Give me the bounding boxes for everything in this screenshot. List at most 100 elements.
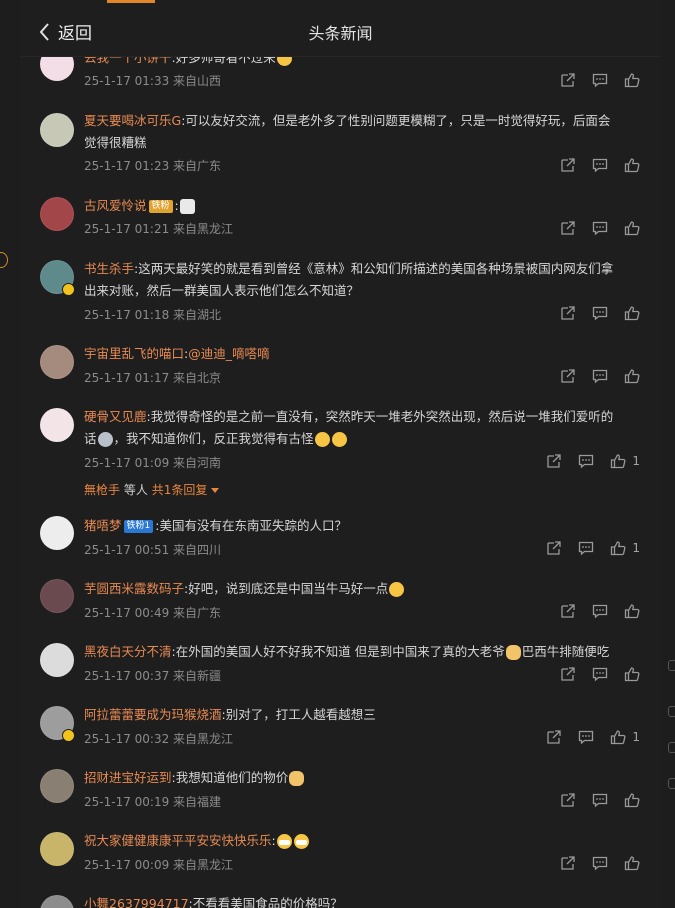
comment-actions xyxy=(544,155,640,175)
comment-text: 我想知道他们的物价 xyxy=(175,770,289,785)
comment-actions xyxy=(544,664,640,684)
username[interactable]: 小舞2637994717 xyxy=(84,896,189,908)
comment-meta: 25-1-17 01:17 来自北京 xyxy=(84,371,222,385)
comment-text-continued: 话 xyxy=(84,431,97,446)
top-bar: 返回 头条新闻 xyxy=(20,0,661,57)
left-window-edge xyxy=(0,0,20,908)
comment-text: 不看看美国食品的价格吗？ xyxy=(192,896,343,908)
comment-meta: 25-1-17 00:51 来自四川 xyxy=(84,543,222,557)
comment-icon[interactable] xyxy=(578,540,594,556)
comment-icon[interactable] xyxy=(592,792,608,808)
share-icon[interactable] xyxy=(560,157,576,173)
username[interactable]: 宇宙里乱飞的喵口 xyxy=(84,346,184,361)
comment-actions: 1 xyxy=(530,451,640,471)
share-icon[interactable] xyxy=(560,305,576,321)
share-icon[interactable] xyxy=(560,855,576,871)
avatar[interactable] xyxy=(40,345,74,379)
comment-meta: 25-1-17 01:18 来自湖北 xyxy=(84,308,222,322)
comment-icon[interactable] xyxy=(578,453,594,469)
avatar[interactable] xyxy=(40,516,74,550)
fan-badge: 铁粉1 xyxy=(123,520,154,533)
comment-icon[interactable] xyxy=(578,729,594,745)
username[interactable]: 古风爱怜说 xyxy=(84,198,147,213)
share-icon[interactable] xyxy=(560,72,576,88)
like-icon[interactable] xyxy=(624,157,640,173)
username[interactable]: 书生杀手 xyxy=(84,261,134,276)
username[interactable]: 招财进宝好运到 xyxy=(84,770,172,785)
comment-icon[interactable] xyxy=(592,855,608,871)
comment-actions: 1 xyxy=(530,538,640,558)
mention-link[interactable]: @迪迪_嘀嗒嘀 xyxy=(188,346,269,361)
comment-meta: 25-1-17 00:19 来自福建 xyxy=(84,795,222,809)
comment-text: 别对了，打工人越看越想三 xyxy=(225,707,376,722)
comment-icon[interactable] xyxy=(592,157,608,173)
comment-meta: 25-1-17 01:09 来自河南 xyxy=(84,456,222,470)
cat-emoji-icon xyxy=(289,771,305,786)
comment-text-continued: ，我不知道你们，反正我觉得有古怪 xyxy=(113,431,314,446)
avatar[interactable] xyxy=(40,895,74,908)
like-count: 1 xyxy=(632,454,640,468)
like-icon[interactable] xyxy=(610,540,626,556)
comment-icon[interactable] xyxy=(592,220,608,236)
like-icon[interactable] xyxy=(610,453,626,469)
username[interactable]: 猪唔梦 xyxy=(84,518,122,533)
like-icon[interactable] xyxy=(624,305,640,321)
comment-actions xyxy=(544,601,640,621)
like-icon[interactable] xyxy=(624,220,640,236)
avatar[interactable] xyxy=(40,769,74,803)
avatar[interactable] xyxy=(40,197,74,231)
comment-meta: 25-1-17 00:49 来自广东 xyxy=(84,606,222,620)
comment-icon[interactable] xyxy=(592,72,608,88)
page-title: 头条新闻 xyxy=(308,24,373,43)
share-icon[interactable] xyxy=(560,368,576,384)
emoji-icon xyxy=(331,432,347,447)
like-icon[interactable] xyxy=(624,666,640,682)
comment-icon[interactable] xyxy=(592,666,608,682)
comment-text-tail: 巴西牛排随便吃 xyxy=(521,644,610,659)
comment-icon[interactable] xyxy=(592,368,608,384)
username[interactable]: 阿拉蕾蕾要成为玛猴烧酒 xyxy=(84,707,222,722)
like-icon[interactable] xyxy=(624,792,640,808)
comment-text: 在外国的美国人好不好我不知道 但是到中国来了真的大老爷 xyxy=(175,644,505,659)
username[interactable]: 祝大家健健康康平平安安快快乐乐 xyxy=(84,833,272,848)
verified-badge-icon xyxy=(62,283,75,296)
share-icon[interactable] xyxy=(546,540,562,556)
comment-icon[interactable] xyxy=(592,603,608,619)
like-icon[interactable] xyxy=(624,603,640,619)
comment-actions: 1 xyxy=(530,727,640,747)
share-icon[interactable] xyxy=(560,220,576,236)
share-icon[interactable] xyxy=(560,603,576,619)
verified-badge-icon xyxy=(62,729,75,742)
thinking-emoji-icon xyxy=(314,432,330,447)
comment-text-continued: 出来对账，然后一群美国人表示他们怎么不知道？ xyxy=(84,283,360,298)
view-replies-link[interactable]: 共1条回复 xyxy=(152,483,208,497)
cat-emoji-icon xyxy=(505,645,521,660)
comment-meta: 25-1-17 00:32 来自黑龙江 xyxy=(84,732,234,746)
username[interactable]: 硬骨又见鹿 xyxy=(84,409,147,424)
share-icon[interactable] xyxy=(546,729,562,745)
mask-emoji-icon xyxy=(276,834,292,849)
comment-icon[interactable] xyxy=(592,305,608,321)
avatar[interactable] xyxy=(40,643,74,677)
like-icon[interactable] xyxy=(610,729,626,745)
left-edge-indicator xyxy=(0,252,8,268)
emoji-icon xyxy=(97,432,113,447)
share-icon[interactable] xyxy=(546,453,562,469)
avatar[interactable] xyxy=(40,579,74,613)
like-icon[interactable] xyxy=(624,72,640,88)
username[interactable]: 黑夜白天分不清 xyxy=(84,644,172,659)
avatar[interactable] xyxy=(40,408,74,442)
username[interactable]: 芋圆西米露数码子 xyxy=(84,581,184,596)
comment-meta: 25-1-17 01:23 来自广东 xyxy=(84,159,222,173)
comment-actions xyxy=(544,790,640,810)
like-icon[interactable] xyxy=(624,368,640,384)
share-icon[interactable] xyxy=(560,666,576,682)
like-icon[interactable] xyxy=(624,855,640,871)
camera-emoji-icon xyxy=(179,199,195,214)
avatar[interactable] xyxy=(40,113,74,147)
reply-username[interactable]: 無枪手 xyxy=(84,483,120,497)
comment-meta: 25-1-17 00:09 来自黑龙江 xyxy=(84,858,234,872)
avatar[interactable] xyxy=(40,832,74,866)
username[interactable]: 夏天要喝冰可乐G xyxy=(84,113,181,128)
share-icon[interactable] xyxy=(560,792,576,808)
